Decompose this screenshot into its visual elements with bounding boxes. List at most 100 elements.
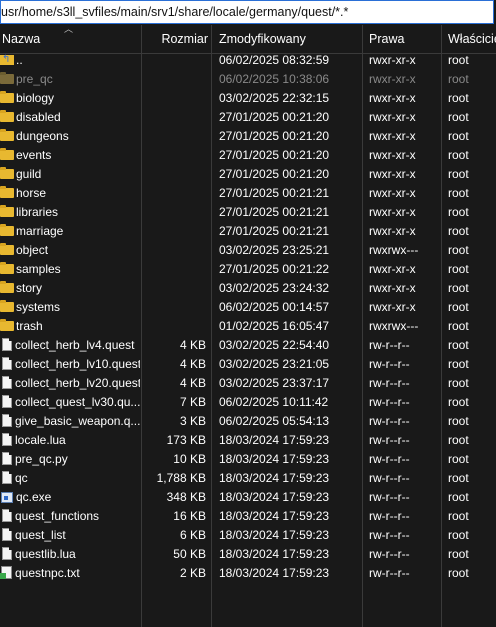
folder-icon: [0, 91, 14, 103]
list-item[interactable]: .. 06/02/2025 08:32:59 rwxr-xr-x root: [0, 51, 496, 70]
file-name-cell: quest_list: [0, 526, 140, 545]
file-name-cell: samples: [0, 260, 140, 279]
list-item[interactable]: quest_list 6 KB 18/03/2024 17:59:23 rw-r--r…: [0, 526, 496, 545]
list-item[interactable]: locale.lua 173 KB 18/03/2024 17:59:23 rw-r-…: [0, 431, 496, 450]
modified-date: 03/02/2025 22:54:40: [219, 338, 330, 352]
file-name-cell: systems: [0, 298, 140, 317]
file-name: locale.lua: [15, 433, 66, 447]
file-size: 6 KB: [179, 528, 206, 542]
file-name-cell: events: [0, 146, 140, 165]
file-name: horse: [16, 186, 47, 200]
owner: root: [448, 72, 469, 86]
owner: root: [448, 490, 469, 504]
file-name-cell: qc.exe: [0, 488, 140, 507]
column-size[interactable]: Rozmiar: [142, 25, 208, 53]
list-item[interactable]: collect_herb_lv20.quest 4 KB 03/02/2025 23…: [0, 374, 496, 393]
file-name: pre_qc: [16, 72, 53, 86]
file-icon: [2, 509, 12, 522]
list-item[interactable]: questnpc.txt 2 KB 18/03/2024 17:59:23 rw-r-…: [0, 564, 496, 583]
file-size: [142, 241, 206, 260]
list-item[interactable]: disabled 27/01/2025 00:21:20 rwxr-xr-x root: [0, 108, 496, 127]
list-item[interactable]: events 27/01/2025 00:21:20 rwxr-xr-x root: [0, 146, 496, 165]
folder-icon: [0, 319, 14, 331]
file-name-cell: biology: [0, 89, 140, 108]
list-item[interactable]: story 03/02/2025 23:24:32 rwxr-xr-x root: [0, 279, 496, 298]
list-item[interactable]: libraries 27/01/2025 00:21:21 rwxr-xr-x roo…: [0, 203, 496, 222]
list-item[interactable]: dungeons 27/01/2025 00:21:20 rwxr-xr-x root: [0, 127, 496, 146]
owner: root: [448, 281, 469, 295]
permissions: rw-r--r--: [369, 566, 410, 580]
file-size: [142, 279, 206, 298]
list-item[interactable]: qc 1,788 KB 18/03/2024 17:59:23 rw-r--r-- ro…: [0, 469, 496, 488]
file-icon: [2, 414, 12, 427]
modified-date: 27/01/2025 00:21:21: [219, 186, 330, 200]
list-item[interactable]: marriage 27/01/2025 00:21:21 rwxr-xr-x root: [0, 222, 496, 241]
file-size: [142, 127, 206, 146]
list-item[interactable]: pre_qc 06/02/2025 10:38:06 rwxr-xr-x root: [0, 70, 496, 89]
file-name: give_basic_weapon.q...: [15, 414, 140, 428]
owner: root: [448, 205, 469, 219]
file-name: collect_herb_lv4.quest: [15, 338, 135, 352]
file-name-cell: horse: [0, 184, 140, 203]
file-name: guild: [16, 167, 42, 181]
permissions: rwxr-xr-x: [369, 281, 416, 295]
permissions: rwxr-xr-x: [369, 110, 416, 124]
file-name-cell: qc: [0, 469, 140, 488]
permissions: rwxr-xr-x: [369, 224, 416, 238]
list-item[interactable]: biology 03/02/2025 22:32:15 rwxr-xr-x root: [0, 89, 496, 108]
modified-date: 27/01/2025 00:21:21: [219, 205, 330, 219]
file-size: [142, 184, 206, 203]
owner: root: [448, 376, 469, 390]
list-item[interactable]: collect_herb_lv4.quest 4 KB 03/02/2025 22:…: [0, 336, 496, 355]
file-icon: [2, 528, 12, 541]
folder-icon: [0, 186, 14, 198]
list-item[interactable]: trash 01/02/2025 16:05:47 rwxrwx--- root: [0, 317, 496, 336]
permissions: rw-r--r--: [369, 338, 410, 352]
file-name-cell: pre_qc: [0, 70, 140, 89]
modified-date: 18/03/2024 17:59:23: [219, 566, 330, 580]
owner: root: [448, 433, 469, 447]
list-item[interactable]: guild 27/01/2025 00:21:20 rwxr-xr-x root: [0, 165, 496, 184]
file-size: [142, 89, 206, 108]
list-item[interactable]: questlib.lua 50 KB 18/03/2024 17:59:23 rw-r…: [0, 545, 496, 564]
path-input[interactable]: usr/home/s3ll_svfiles/main/srv1/share/lo…: [0, 0, 494, 24]
modified-date: 27/01/2025 00:21:20: [219, 148, 330, 162]
column-owner[interactable]: Właściciel: [448, 25, 496, 53]
permissions: rwxr-xr-x: [369, 186, 416, 200]
permissions: rwxr-xr-x: [369, 53, 416, 67]
file-size: 16 KB: [173, 509, 206, 523]
exe-icon: [1, 492, 13, 503]
modified-date: 27/01/2025 00:21:21: [219, 224, 330, 238]
list-item[interactable]: horse 27/01/2025 00:21:21 rwxr-xr-x root: [0, 184, 496, 203]
file-name: qc.exe: [16, 490, 52, 504]
modified-date: 18/03/2024 17:59:23: [219, 528, 330, 542]
file-name-cell: collect_quest_lv30.qu...: [0, 393, 140, 412]
owner: root: [448, 148, 469, 162]
file-icon: [2, 433, 12, 446]
list-item[interactable]: object 03/02/2025 23:25:21 rwxrwx--- root: [0, 241, 496, 260]
list-item[interactable]: qc.exe 348 KB 18/03/2024 17:59:23 rw-r--r--…: [0, 488, 496, 507]
list-item[interactable]: quest_functions 16 KB 18/03/2024 17:59:23 r…: [0, 507, 496, 526]
owner: root: [448, 547, 469, 561]
list-item[interactable]: systems 06/02/2025 00:14:57 rwxr-xr-x root: [0, 298, 496, 317]
permissions: rwxr-xr-x: [369, 91, 416, 105]
list-item[interactable]: give_basic_weapon.q... 3 KB 06/02/2025 05:…: [0, 412, 496, 431]
file-name-cell: give_basic_weapon.q...: [0, 412, 140, 431]
file-size: [142, 165, 206, 184]
folder-icon: [0, 243, 14, 255]
column-name[interactable]: Nazwa: [2, 25, 140, 53]
list-item[interactable]: collect_herb_lv10.quest 4 KB 03/02/2025 23…: [0, 355, 496, 374]
up-folder-icon: [0, 51, 14, 69]
modified-date: 01/02/2025 16:05:47: [219, 319, 330, 333]
list-item[interactable]: samples 27/01/2025 00:21:22 rwxr-xr-x root: [0, 260, 496, 279]
permissions: rwxr-xr-x: [369, 262, 416, 276]
modified-date: 03/02/2025 22:32:15: [219, 91, 330, 105]
permissions: rwxrwx---: [369, 243, 419, 257]
list-item[interactable]: collect_quest_lv30.qu... 7 KB 06/02/2025 1…: [0, 393, 496, 412]
list-item[interactable]: pre_qc.py 10 KB 18/03/2024 17:59:23 rw-r--r…: [0, 450, 496, 469]
file-name: questnpc.txt: [15, 566, 80, 580]
column-modified[interactable]: Zmodyfikowany: [219, 25, 361, 53]
modified-date: 06/02/2025 10:11:42: [219, 395, 329, 409]
file-size: 2 KB: [179, 566, 206, 580]
column-permissions[interactable]: Prawa: [369, 25, 441, 53]
